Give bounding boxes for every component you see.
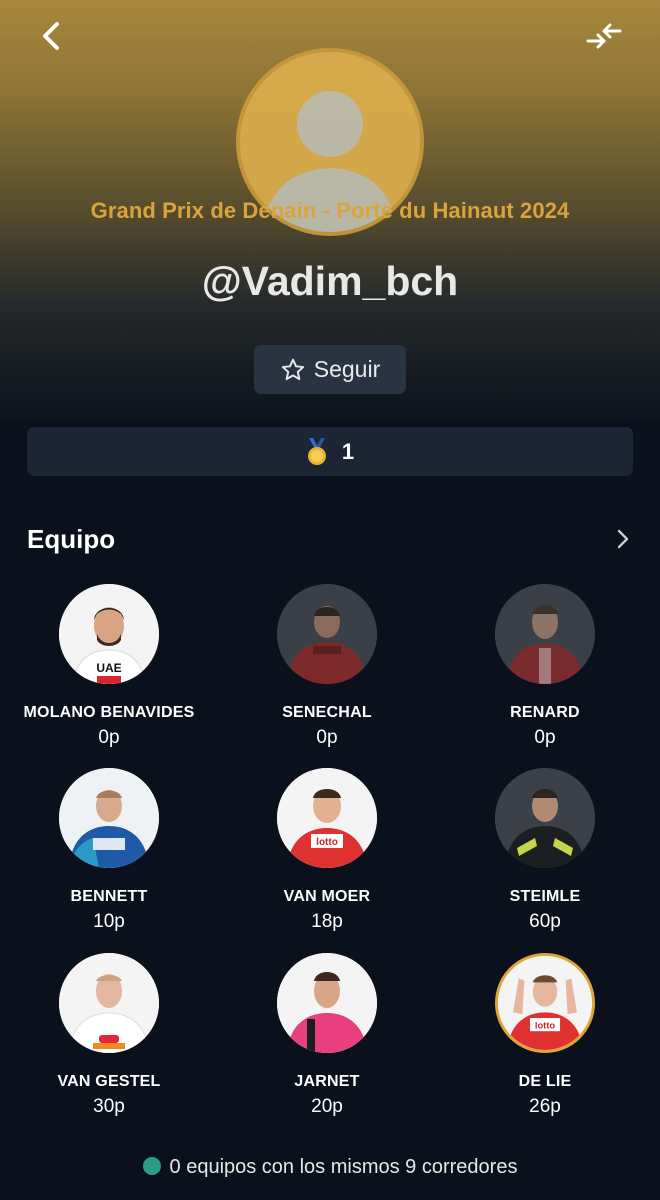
rider-card-steimle[interactable]: STEIMLE 60p: [436, 768, 654, 933]
rider-card-van-gestel[interactable]: VAN GESTEL 30p: [0, 953, 218, 1118]
rider-photo: [495, 584, 595, 684]
rider-points: 30p: [93, 1096, 125, 1117]
rider-card-renard[interactable]: RENARD 0p: [436, 584, 654, 749]
compare-arrows-icon[interactable]: [584, 20, 624, 52]
rider-card-bennett[interactable]: BENNETT 10p: [0, 768, 218, 933]
rider-photo: [277, 584, 377, 684]
medals-bar: 1: [27, 427, 633, 476]
medal-icon: [307, 437, 326, 465]
rider-photo: [277, 953, 377, 1053]
rider-photo: lotto: [495, 953, 595, 1053]
rider-name: VAN MOER: [283, 888, 371, 905]
svg-text:lotto: lotto: [535, 1019, 556, 1030]
rider-name: RENARD: [510, 704, 580, 721]
rider-points: 0p: [534, 727, 556, 748]
rider-card-van-moer[interactable]: lotto VAN MOER 18p: [218, 768, 436, 933]
rider-name: SENECHAL: [282, 704, 372, 721]
follow-label: Seguir: [313, 356, 381, 382]
status-dot-icon: [142, 1157, 161, 1175]
rider-points: 18p: [311, 911, 343, 932]
rider-card-jarnet[interactable]: JARNET 20p: [218, 953, 436, 1118]
same-team-text: 0 equipos con los mismos 9 corredores: [169, 1156, 518, 1178]
rider-photo: [59, 768, 159, 868]
chevron-right-icon[interactable]: [612, 527, 634, 551]
rider-points: 0p: [316, 727, 338, 748]
username: @Vadim_bch: [201, 258, 459, 304]
rider-points: 10p: [93, 911, 125, 932]
back-icon[interactable]: [34, 18, 70, 54]
same-team-info: 0 equipos con los mismos 9 corredores: [0, 1156, 660, 1179]
rider-name: MOLANO BENAVIDES: [23, 704, 195, 721]
rider-name: STEIMLE: [509, 888, 581, 905]
rider-points: 0p: [98, 727, 120, 748]
rider-photo: [495, 768, 595, 868]
rider-photo: UAE: [59, 584, 159, 684]
rider-name: BENNETT: [70, 888, 148, 905]
rider-points: 60p: [529, 911, 561, 932]
star-icon: [281, 358, 304, 380]
rider-name: DE LIE: [518, 1073, 572, 1090]
rider-card-senechal[interactable]: SENECHAL 0p: [218, 584, 436, 749]
svg-text:lotto: lotto: [316, 837, 338, 848]
race-title: Grand Prix de Denain - Porte du Hainaut …: [90, 198, 570, 223]
svg-text:UAE: UAE: [96, 661, 121, 675]
rider-points: 20p: [311, 1096, 343, 1117]
rider-name: JARNET: [294, 1073, 360, 1090]
rider-photo: lotto: [277, 768, 377, 868]
rider-card-molano-benavides[interactable]: UAE MOLANO BENAVIDES 0p: [0, 584, 218, 749]
rider-name: VAN GESTEL: [57, 1073, 161, 1090]
medal-count: 1: [341, 438, 355, 464]
rider-points: 26p: [529, 1096, 561, 1117]
rider-photo: [59, 953, 159, 1053]
team-section-title: Equipo: [27, 524, 116, 554]
follow-button[interactable]: Seguir: [254, 345, 406, 394]
rider-card-de-lie[interactable]: lotto DE LIE 26p: [436, 953, 654, 1118]
